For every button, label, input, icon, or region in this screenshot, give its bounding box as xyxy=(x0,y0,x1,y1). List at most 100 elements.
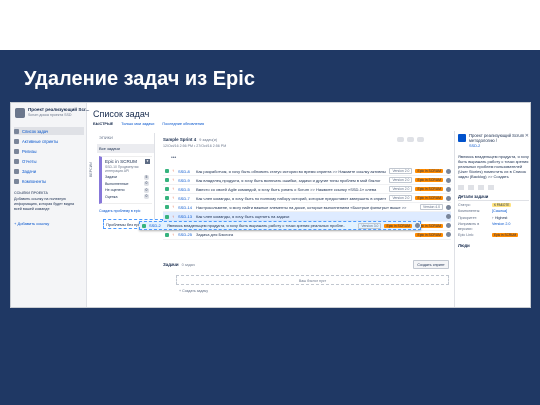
project-name: Проект реализующий Scr... xyxy=(28,107,90,112)
epics-panel: ЭПИКИ Все задачи ▾ Epic in SCRUM SSD-10 … xyxy=(97,133,155,223)
issue-row[interactable]: ↑ SSD-25 Задача для Бэклога Epic in SCRU… xyxy=(163,231,451,240)
ship-icon xyxy=(14,148,19,154)
project-header[interactable]: Проект реализующий Scr... Scrum доска пр… xyxy=(15,107,89,121)
detail-tab-icon[interactable] xyxy=(458,185,464,190)
jira-screenshot: Проект реализующий Scr... Scrum доска пр… xyxy=(10,102,531,308)
epic-menu-icon[interactable]: ▾ xyxy=(145,159,150,164)
detail-tab-icon[interactable] xyxy=(468,185,474,190)
slide-title: Удаление задач из Epic xyxy=(24,68,255,90)
priority-icon: ↑ xyxy=(172,195,174,201)
epic-stat-count: 0 xyxy=(144,181,149,187)
field-label: Исправить в версиях: xyxy=(458,222,480,231)
project-icon xyxy=(458,134,466,142)
status-badge[interactable]: К РАБОТЕ xyxy=(492,203,512,208)
estimate-badge xyxy=(397,137,404,142)
priority-icon: ↑ xyxy=(172,177,174,183)
issue-detail-panel: ✕ Проект реализующий Scrum методологию /… xyxy=(454,131,530,307)
issue-key[interactable]: SSD-8 xyxy=(178,169,193,174)
detail-field: Epic Link: Epic in SCRUM xyxy=(458,233,529,238)
sidebar-item-issues[interactable]: Задачи xyxy=(14,167,84,175)
detail-tab-icon[interactable] xyxy=(488,185,494,190)
detail-issue-key[interactable]: SSD-2 xyxy=(469,144,529,148)
sidebar-item-reports[interactable]: Отчеты xyxy=(14,157,84,165)
sprint-more-icon[interactable]: ••• xyxy=(171,155,176,161)
epic-badge: Epic in SCRUM xyxy=(415,187,443,192)
sidebar-item-backlog[interactable]: Список задач xyxy=(14,127,84,135)
version-badge: Version 2.0 xyxy=(389,186,413,193)
version-badge: Version 4.0 xyxy=(420,204,443,211)
avatar xyxy=(446,168,451,174)
field-label: Приоритет: xyxy=(458,215,478,220)
issue-key[interactable]: SSD-2 xyxy=(149,223,164,228)
issue-row[interactable]: ↑ SSD-7 Как член команды, я хочу быть по… xyxy=(163,194,451,204)
detail-tab-icon[interactable] xyxy=(478,185,484,190)
issue-row[interactable]: ↑ SSD-9 Как владелец продукта, я хочу бы… xyxy=(163,176,451,186)
issue-key[interactable]: SSD-7 xyxy=(178,196,193,201)
priority-icon: ↑ xyxy=(172,204,174,210)
field-label: Компоненты: xyxy=(458,209,481,214)
sidebar-item-active-sprints[interactable]: Активные спринты xyxy=(14,137,84,145)
detail-summary: Являясь владельцем продукта, я хочу быть… xyxy=(458,154,529,179)
filter-only-my-issues[interactable]: Только мои задачи xyxy=(121,122,154,126)
add-link-label: Добавить ссылку xyxy=(17,221,50,226)
epic-stat-row: Не оценено 0 xyxy=(105,187,149,193)
priority-icon: ↑ xyxy=(172,231,174,237)
sprint-dates: 12/Oct/16 2:56 PM • 27/Oct/16 2:56 PM xyxy=(163,144,227,148)
field-label: Epic Link: xyxy=(458,233,474,238)
sidebar-item-label: Список задач xyxy=(22,128,49,134)
detail-project[interactable]: Проект реализующий Scrum методологию / xyxy=(469,133,529,143)
quick-filters: БЫСТРЫЕ Только мои задачи Последние обно… xyxy=(93,122,204,126)
epic-card[interactable]: ▾ Epic in SCRUM SSD-10 Продвинутая интег… xyxy=(99,156,152,204)
issue-summary: Вместо со своей Agile командой, я хочу б… xyxy=(196,186,377,192)
story-icon xyxy=(165,187,169,192)
dragged-issue[interactable]: SSD-2 Являясь владельцем продукта, я хоч… xyxy=(139,221,421,231)
slide-footer-band xyxy=(0,354,540,405)
sidebar-item-releases[interactable]: Релизы xyxy=(14,147,84,155)
avatar xyxy=(446,204,451,210)
priority-icon: ↑ xyxy=(172,168,174,174)
estimate-badge xyxy=(407,137,414,142)
filter-recently-updated[interactable]: Последние обновления xyxy=(162,122,204,126)
project-links-heading: ССЫЛКИ ПРОЕКТА xyxy=(14,191,48,195)
issue-key[interactable]: SSD-13 xyxy=(178,214,193,219)
create-issue-link[interactable]: + Создать задачу xyxy=(179,289,208,293)
issue-row[interactable]: ↑ SSD-8 Как разработчик, я хочу быть обн… xyxy=(163,167,451,177)
issue-summary: Как владелец продукта, я хочу быть включ… xyxy=(196,177,381,183)
issue-row[interactable]: ↑ SSD-14 Настрокольмене, я могу найти ва… xyxy=(163,203,451,213)
story-icon xyxy=(142,223,146,228)
epics-panel-heading: ЭПИКИ xyxy=(99,135,113,140)
create-sprint-button[interactable]: Создать спринт xyxy=(413,260,449,269)
field-value[interactable]: [Ссылка] xyxy=(492,209,529,213)
close-icon[interactable]: ✕ xyxy=(525,133,529,139)
epic-stat-label: Не оценено xyxy=(105,188,125,193)
story-icon xyxy=(165,178,169,183)
detail-field: Статус: К РАБОТЕ xyxy=(458,203,529,208)
issue-key[interactable]: SSD-25 xyxy=(178,232,193,237)
epic-stat-label: Задачи xyxy=(105,175,118,180)
field-value[interactable]: ↑ Highest xyxy=(492,216,529,220)
list-icon xyxy=(14,128,19,134)
field-value[interactable]: Version 2.0 xyxy=(492,222,529,231)
issue-summary: Как член команды, я хочу быть оценить на… xyxy=(196,214,290,220)
issue-key[interactable]: SSD-14 xyxy=(178,205,193,210)
issues-icon xyxy=(14,168,19,174)
epic-link-badge[interactable]: Epic in SCRUM xyxy=(492,233,519,238)
version-badge: Version 2.0 xyxy=(389,177,413,184)
add-link-button[interactable]: + Добавить ссылку xyxy=(14,221,49,226)
sidebar-item-components[interactable]: Компоненты xyxy=(14,177,84,185)
create-issue-in-epic-link[interactable]: Создать проблему в epic xyxy=(97,207,154,215)
issue-row[interactable]: ↑ SSD-5 Вместо со своей Agile командой, … xyxy=(163,185,451,195)
priority-icon: ↑ xyxy=(172,186,174,192)
avatar xyxy=(415,223,420,229)
version-badge: Version 2.0 xyxy=(389,168,413,175)
issue-key[interactable]: SSD-9 xyxy=(178,178,193,183)
issue-key[interactable]: SSD-5 xyxy=(178,187,193,192)
epic-filter-all-issues[interactable]: Все задачи xyxy=(97,144,154,153)
sidebar-item-label: Активные спринты xyxy=(22,138,59,144)
epic-stat-row: Задачи 5 xyxy=(105,174,149,180)
epic-stat-label: Оценка xyxy=(105,194,118,199)
sidebar-item-label: Компоненты xyxy=(22,178,47,184)
epic-stat-label: Выполненные xyxy=(105,181,129,186)
versions-panel-tab[interactable]: ВЕРСИИ xyxy=(89,137,97,177)
version-badge: Version 2.0 xyxy=(389,195,413,202)
